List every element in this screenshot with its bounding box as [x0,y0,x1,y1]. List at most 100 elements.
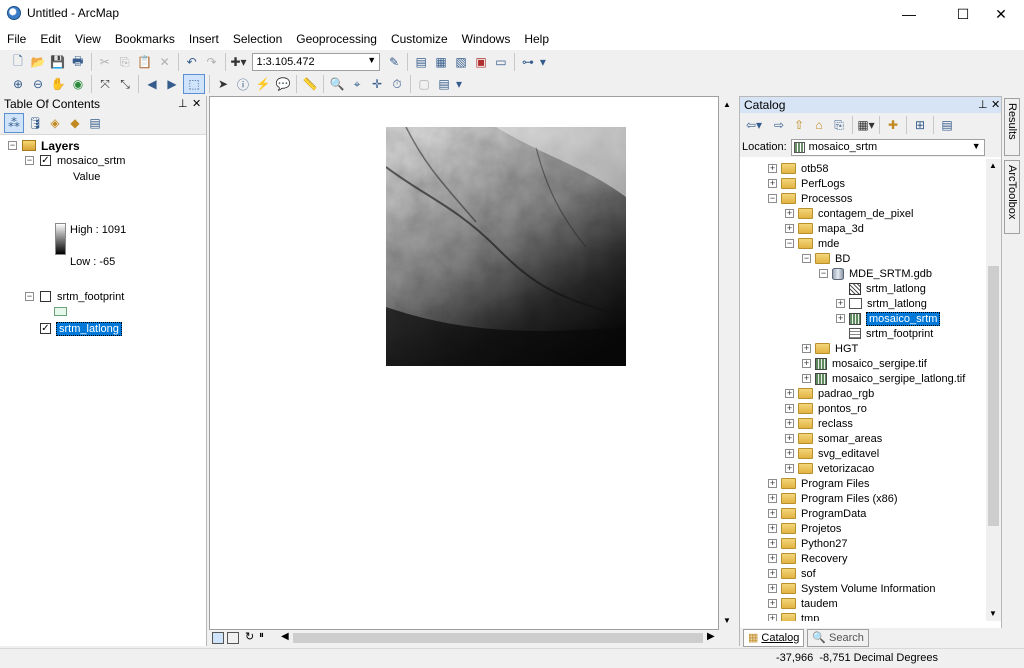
catalog-item[interactable]: + mosaico_sergipe_latlong.tif [802,371,965,386]
menu-geoprocessing[interactable]: Geoprocessing [289,28,384,50]
new-folder-icon[interactable]: ✚ [884,116,902,134]
list-by-source-icon[interactable]: 🛢 [26,114,44,132]
go-to-xy-icon[interactable]: ✛ [368,75,386,93]
catalog-item[interactable]: + Python27 [768,536,847,551]
find-icon[interactable]: 🔍 [328,75,346,93]
collapse-icon[interactable]: − [25,292,34,301]
expand-icon[interactable]: + [785,449,794,458]
up-one-level-icon[interactable]: ⇧ [790,116,808,134]
scroll-down-icon[interactable]: ▼ [989,609,997,618]
close-button[interactable]: ✕ [978,0,1024,28]
tab-catalog[interactable]: ▦ Catalog [743,628,805,647]
catalog-item[interactable]: + sof [768,566,816,581]
forward-icon[interactable]: ⇨ [770,116,788,134]
layer-visibility-checkbox[interactable] [40,291,51,302]
expand-icon[interactable]: + [785,209,794,218]
map-scale-combo[interactable]: 1:3.105.472 ▼ [252,53,381,71]
select-features-icon[interactable]: ⬚ [183,74,205,94]
catalog-item[interactable]: + PerfLogs [768,176,845,191]
catalog-item[interactable]: + Program Files [768,476,869,491]
scroll-up-icon[interactable]: ▲ [723,100,731,109]
catalog-item[interactable]: + pontos_ro [785,401,867,416]
viewer-window-icon[interactable]: ▢ [415,75,433,93]
catalog-item[interactable]: + srtm_latlong [836,296,927,311]
fixed-zoom-in-icon[interactable]: ⤧ [96,75,114,93]
print-icon[interactable]: 🖶 [69,53,87,71]
scroll-up-icon[interactable]: ▲ [989,161,997,170]
tab-search[interactable]: 🔍 Search [807,628,869,647]
map-horizontal-scrollbar[interactable] [293,633,703,643]
search-window-icon[interactable]: ▧ [452,53,470,71]
home-icon[interactable]: ⌂ [810,116,828,134]
catalog-item[interactable]: + Program Files (x86) [768,491,898,506]
view-options-icon[interactable]: ▦▾ [857,116,875,134]
catalog-item[interactable]: + contagem_de_pixel [785,206,913,221]
menu-customize[interactable]: Customize [384,28,455,50]
paste-icon[interactable]: 📋 [136,53,154,71]
expand-icon[interactable]: + [785,434,794,443]
expand-icon[interactable]: + [802,344,811,353]
expand-icon[interactable]: + [768,179,777,188]
expand-icon[interactable]: + [768,479,777,488]
model-builder-icon[interactable]: ⊶ [519,53,537,71]
cut-icon[interactable]: ✂ [96,53,114,71]
close-icon[interactable]: ✕ [991,98,1000,111]
expand-icon[interactable]: + [785,389,794,398]
connect-folder-icon[interactable]: ⎘ [830,116,848,134]
catalog-item[interactable]: + mosaico_sergipe.tif [802,356,927,371]
magnifier-icon[interactable]: ▤ [435,75,453,93]
close-icon[interactable]: ✕ [192,97,201,110]
toolbar-options-icon[interactable]: ▾ [455,75,463,93]
catalog-item[interactable]: srtm_footprint [836,326,933,341]
pause-drawing-icon[interactable]: ⏸ [259,630,264,641]
catalog-item[interactable]: + somar_areas [785,431,882,446]
collapse-icon[interactable]: − [25,156,34,165]
table-of-contents-icon[interactable]: ▤ [412,53,430,71]
pin-icon[interactable]: ⊥ [178,97,188,110]
layers-frame[interactable]: − Layers [8,138,80,153]
expand-icon[interactable]: + [768,614,777,621]
fixed-zoom-out-icon[interactable]: ⤡ [116,75,134,93]
find-route-icon[interactable]: ⌖ [348,75,366,93]
catalog-item[interactable]: − MDE_SRTM.gdb [819,266,932,281]
zoom-out-icon[interactable]: ⊖ [29,75,47,93]
collapse-icon[interactable]: − [802,254,811,263]
pin-icon[interactable]: ⊥ [978,98,988,111]
menu-view[interactable]: View [68,28,108,50]
measure-icon[interactable]: 📏 [301,75,319,93]
menu-help[interactable]: Help [517,28,556,50]
layer-mosaico-srtm[interactable]: − ✓ mosaico_srtm [25,153,125,168]
pan-icon[interactable]: ✋ [49,75,67,93]
catalog-item[interactable]: + HGT [802,341,858,356]
arctoolbox-icon[interactable]: ▣ [472,53,490,71]
refresh-icon[interactable]: ↻ [245,630,254,643]
time-slider-icon[interactable]: ⏱ [388,75,406,93]
catalog-item[interactable]: + Projetos [768,521,841,536]
copy-icon[interactable]: ⎘ [116,53,134,71]
catalog-vertical-scrollbar[interactable]: ▲ ▼ [986,159,1001,621]
expand-icon[interactable]: + [836,299,845,308]
menu-file[interactable]: File [0,28,33,50]
collapse-icon[interactable]: − [768,194,777,203]
expand-icon[interactable]: + [768,569,777,578]
layer-srtm-footprint[interactable]: − srtm_footprint [25,289,124,304]
catalog-item[interactable]: + otb58 [768,161,829,176]
layout-view-icon[interactable] [227,632,239,644]
expand-icon[interactable]: + [768,554,777,563]
collapse-icon[interactable]: − [819,269,828,278]
collapse-icon[interactable]: − [8,141,17,150]
catalog-item[interactable]: + padrao_rgb [785,386,874,401]
catalog-item[interactable]: + taudem [768,596,838,611]
expand-icon[interactable]: + [768,524,777,533]
zoom-in-icon[interactable]: ⊕ [9,75,27,93]
hyperlink-icon[interactable]: ⚡ [254,75,272,93]
undo-icon[interactable]: ↶ [183,53,201,71]
catalog-item[interactable]: + mosaico_srtm [836,311,941,326]
catalog-item[interactable]: + svg_editavel [785,446,879,461]
scrollbar-thumb[interactable] [988,266,999,526]
save-icon[interactable]: 💾 [49,53,67,71]
scroll-right-icon[interactable]: ▶ [707,631,715,642]
map-vertical-scrollbar[interactable]: ▲ ▼ [719,96,735,630]
catalog-window-icon[interactable]: ▦ [432,53,450,71]
identify-icon[interactable]: ⓘ [234,75,252,93]
